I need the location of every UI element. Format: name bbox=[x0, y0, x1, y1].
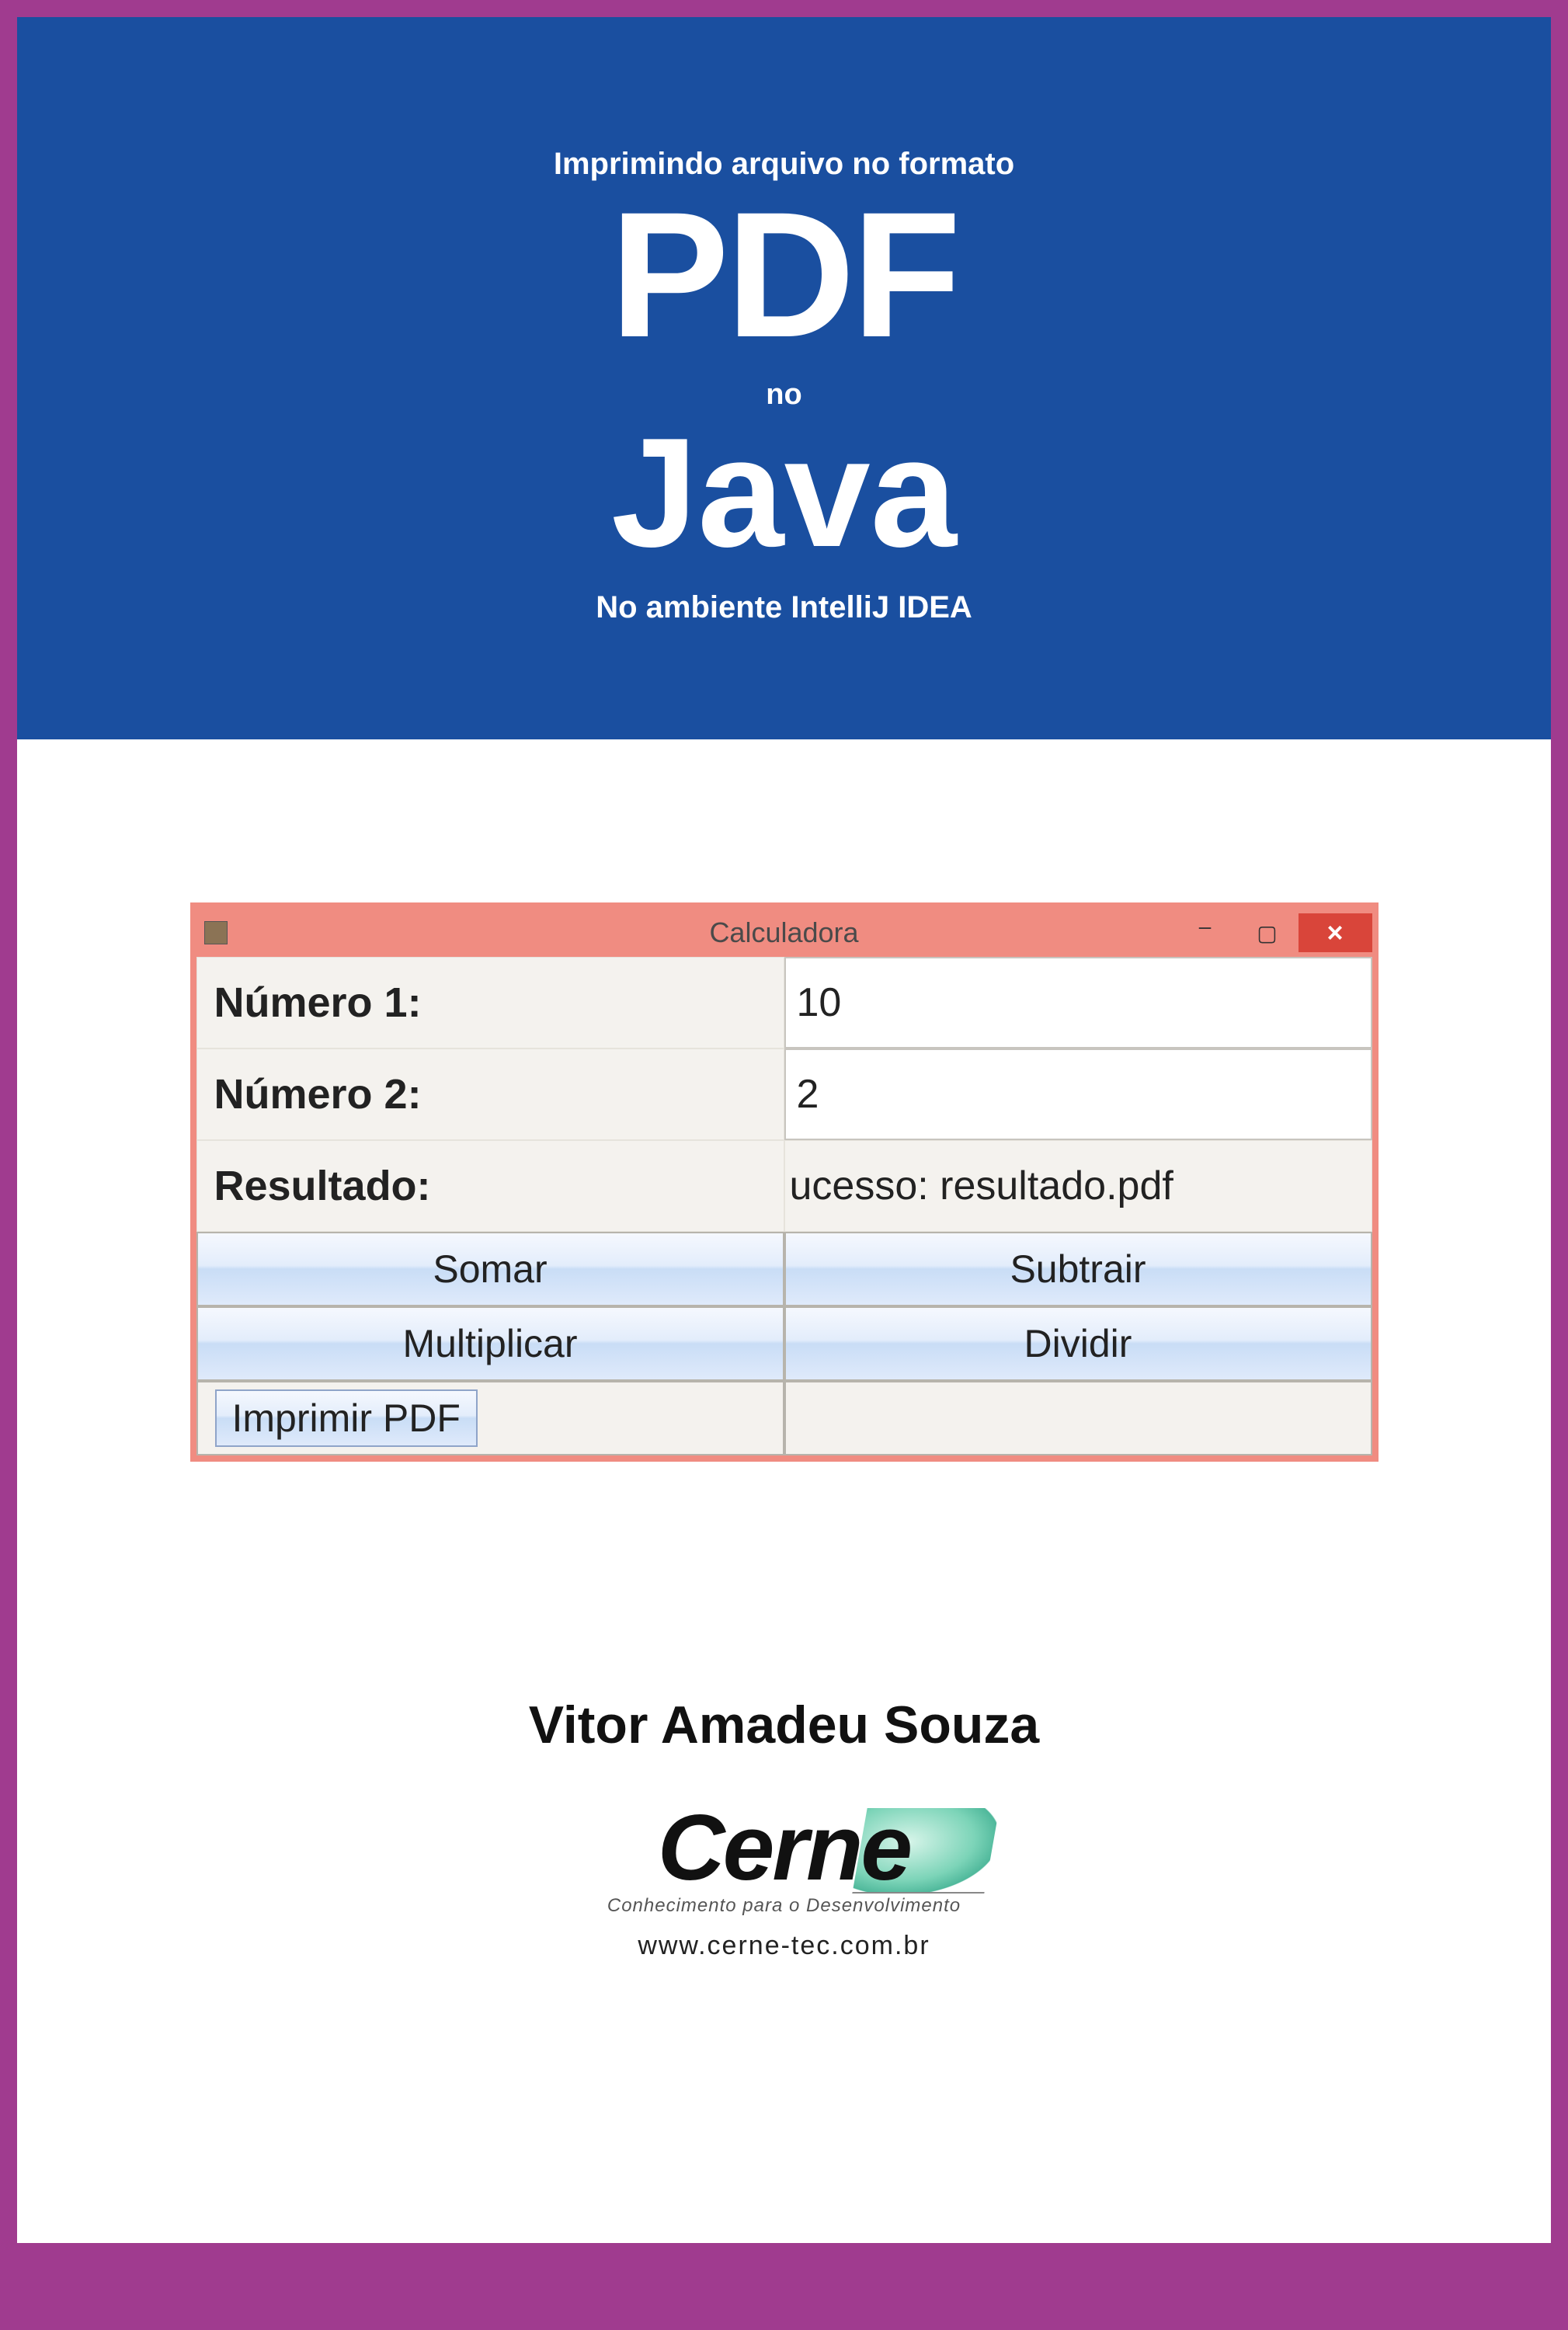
imprimir-pdf-button[interactable]: Imprimir PDF bbox=[215, 1389, 478, 1447]
author-name: Vitor Amadeu Souza bbox=[529, 1695, 1039, 1755]
logo-url: www.cerne-tec.com.br bbox=[638, 1931, 930, 1961]
input-numero1[interactable]: 10 bbox=[784, 957, 1372, 1048]
imprimir-pdf-cell: Imprimir PDF bbox=[196, 1381, 784, 1455]
window-titlebar[interactable]: Calculadora – ▢ × bbox=[196, 909, 1372, 957]
cover-body: Calculadora – ▢ × Número 1: 10 Número 2:… bbox=[17, 739, 1551, 2243]
dividir-button[interactable]: Dividir bbox=[784, 1306, 1372, 1381]
label-numero2: Número 2: bbox=[196, 1048, 784, 1140]
somar-button[interactable]: Somar bbox=[196, 1232, 784, 1306]
footer-bar bbox=[17, 2243, 1551, 2313]
input-numero2[interactable]: 2 bbox=[784, 1048, 1372, 1140]
value-resultado: ucesso: resultado.pdf bbox=[784, 1140, 1372, 1232]
publisher-logo: Cerne Conhecimento para o Desenvolviment… bbox=[529, 1794, 1039, 1961]
calculator-grid: Número 1: 10 Número 2: 2 Resultado: uces… bbox=[196, 957, 1372, 1455]
subtitle: No ambiente IntelliJ IDEA bbox=[596, 590, 972, 625]
multiplicar-button[interactable]: Multiplicar bbox=[196, 1306, 784, 1381]
empty-cell bbox=[784, 1381, 1372, 1455]
title-java: Java bbox=[611, 416, 957, 571]
title-pdf: PDF bbox=[610, 186, 958, 364]
label-numero1: Número 1: bbox=[196, 957, 784, 1048]
window-title: Calculadora bbox=[196, 916, 1372, 949]
subtrair-button[interactable]: Subtrair bbox=[784, 1232, 1372, 1306]
logo-text: Cerne bbox=[658, 1794, 910, 1901]
label-resultado: Resultado: bbox=[196, 1140, 784, 1232]
title-header: Imprimindo arquivo no formato PDF no Jav… bbox=[17, 17, 1551, 739]
calculator-window: Calculadora – ▢ × Número 1: 10 Número 2:… bbox=[190, 902, 1379, 1462]
cover-frame: Imprimindo arquivo no formato PDF no Jav… bbox=[0, 0, 1568, 2330]
author-section: Vitor Amadeu Souza Cerne Conhecimento pa… bbox=[529, 1695, 1039, 1961]
